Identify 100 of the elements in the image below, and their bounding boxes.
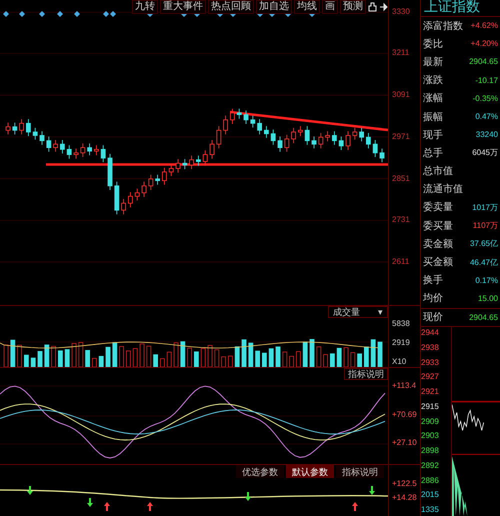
volume-bar	[51, 346, 56, 367]
quote-label: 委比	[423, 38, 443, 52]
candle	[278, 136, 282, 152]
axis-label: +113.4	[392, 381, 418, 391]
event-marker-icon[interactable]	[57, 11, 63, 17]
event-marker-icon[interactable]	[3, 11, 9, 17]
candle	[121, 198, 126, 215]
quote-value: -10.17	[475, 74, 498, 87]
volume-bar	[336, 348, 342, 367]
candle	[53, 140, 58, 152]
indicator-dropdown[interactable]: 成交量 ▾	[328, 306, 388, 318]
candle	[176, 158, 180, 174]
axis-label: 3211	[392, 48, 410, 58]
candle	[332, 130, 337, 146]
axis-label: X10	[392, 357, 408, 367]
candle	[162, 167, 167, 186]
parameter-tab[interactable]: 指标说明	[336, 465, 384, 478]
candle	[100, 144, 106, 163]
candle	[66, 144, 72, 160]
quote-value: +4.62%	[470, 20, 498, 32]
axis-label: 2903	[421, 431, 440, 442]
toolbar-tab[interactable]: 画	[322, 0, 338, 14]
quote-label: 振幅	[423, 110, 443, 125]
quote-value: 6045万	[472, 147, 498, 160]
candle	[19, 118, 24, 135]
event-marker-icon[interactable]	[39, 11, 45, 17]
volume-bar	[126, 350, 131, 367]
candle	[128, 192, 133, 208]
quote-label: 添富指数	[423, 20, 463, 34]
candle	[74, 148, 78, 160]
candle	[40, 130, 44, 146]
parameter-tab[interactable]: 默认参数	[286, 465, 334, 478]
quote-label: 现手	[423, 128, 443, 143]
axis-label: 2971	[392, 132, 410, 142]
toolbar-tab[interactable]: 重大事件	[160, 0, 206, 14]
quote-value: 15.00	[478, 292, 498, 305]
axis-label: +27.10	[392, 438, 418, 448]
candle	[325, 130, 330, 142]
volume-bar	[350, 352, 356, 367]
indicator-help-button[interactable]: 指标说明	[344, 368, 388, 380]
candle	[142, 181, 146, 198]
quote-value: 46.47亿	[470, 256, 498, 269]
quote-label: 卖金额	[423, 238, 453, 252]
candle	[372, 140, 378, 158]
candle	[298, 126, 303, 137]
candle	[264, 126, 269, 138]
quote-label: 买金额	[423, 256, 453, 270]
volume-bar	[323, 354, 328, 367]
toolbar-tab[interactable]: 均线	[294, 0, 320, 14]
axis-label: 5838	[392, 319, 411, 329]
candle	[134, 188, 140, 201]
axis-label: 2611	[392, 256, 410, 267]
volume-bar	[296, 351, 301, 367]
candle	[210, 140, 214, 160]
volume-bar	[364, 346, 369, 367]
volume-bar	[112, 342, 118, 367]
candle	[257, 118, 262, 135]
axis-label: 2886	[421, 476, 440, 486]
candle	[202, 150, 208, 166]
candle	[366, 132, 371, 149]
volume-bar	[92, 358, 97, 367]
axis-label: 2731	[392, 215, 410, 226]
candle	[168, 164, 174, 177]
window-icon[interactable]	[368, 2, 377, 12]
candle	[26, 118, 31, 137]
axis-label: 2927	[421, 372, 440, 382]
volume-bar	[166, 352, 172, 367]
candle	[80, 143, 86, 158]
toolbar-tab[interactable]: 九转	[132, 0, 158, 14]
axis-label: 2919	[392, 338, 411, 348]
parameter-tab[interactable]: 优选参数	[236, 465, 284, 478]
event-marker-icon[interactable]	[19, 11, 25, 17]
volume-bar	[98, 356, 104, 367]
volume-bar	[140, 343, 144, 367]
event-marker-icon[interactable]	[110, 11, 116, 17]
volume-bar	[38, 351, 42, 367]
quote-value: 2904.65	[469, 56, 498, 68]
toolbar-tab[interactable]: 加自选	[256, 0, 292, 14]
volume-bar	[221, 356, 226, 367]
candle	[114, 181, 120, 215]
volume-bar	[58, 350, 63, 367]
toolbar-tab[interactable]: 预测	[340, 0, 366, 14]
candle	[6, 122, 10, 135]
axis-label: 2892	[421, 460, 440, 471]
candle	[196, 155, 201, 166]
volume-bar	[248, 342, 254, 367]
pin-icon[interactable]	[379, 2, 388, 12]
quote-value: 0.47%	[475, 111, 498, 124]
event-marker-icon[interactable]	[74, 11, 80, 17]
volume-bar	[194, 351, 199, 367]
candle	[284, 134, 290, 152]
volume-bar	[242, 339, 246, 367]
volume-bar	[72, 343, 76, 367]
quote-label: 现价	[423, 311, 443, 325]
event-marker-icon[interactable]	[103, 11, 109, 17]
axis-label: 1335	[421, 505, 440, 515]
quote-value: 0.17%	[475, 274, 498, 287]
candle	[236, 108, 242, 120]
axis-label: 2015	[421, 490, 440, 500]
toolbar-tab[interactable]: 热点回顾	[208, 0, 254, 14]
